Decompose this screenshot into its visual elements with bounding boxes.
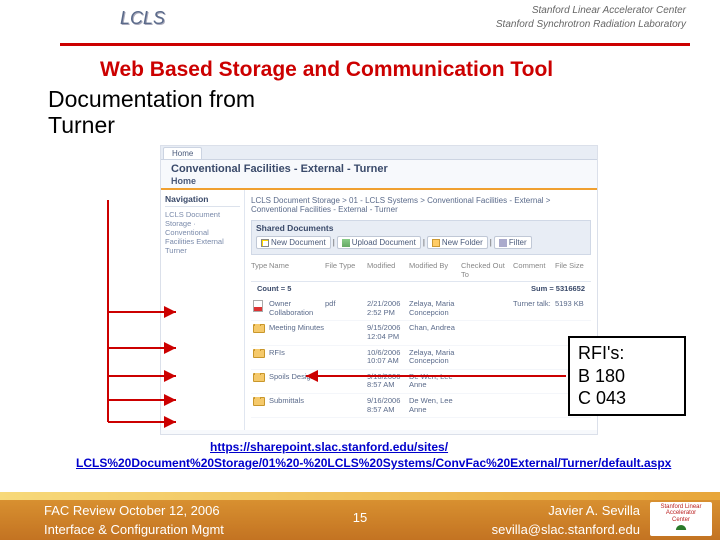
filter-label: Filter	[509, 238, 527, 247]
rfi-line2: B 180	[578, 365, 676, 388]
folder-icon	[253, 349, 265, 358]
cell-by: De Wen, Lee Anne	[409, 373, 461, 390]
folder-label: New Folder	[442, 238, 483, 247]
cell-by: Chan, Andrea	[409, 324, 461, 333]
footer-author: Javier A. Sevilla	[548, 503, 640, 518]
footer-email: sevilla@slac.stanford.edu	[492, 522, 640, 537]
col-filesize[interactable]: File Size	[555, 261, 591, 279]
table-meta: Count = 5 Sum = 5316652	[251, 282, 591, 297]
cell-name: Spoils Design	[269, 373, 325, 382]
cell-by: De Wen, Lee Anne	[409, 397, 461, 414]
tree-icon: ⯊	[650, 523, 712, 538]
url-line1[interactable]: https://sharepoint.slac.stanford.edu/sit…	[210, 440, 448, 454]
col-filetype[interactable]: File Type	[325, 261, 367, 279]
table-row[interactable]: Submittals 9/16/2006 8:57 AMDe Wen, Lee A…	[251, 394, 591, 418]
folder-icon	[253, 397, 265, 406]
sp-nav: Navigation LCLS Document Storage · Conve…	[161, 190, 245, 430]
folder-icon	[432, 239, 440, 247]
col-modifiedby[interactable]: Modified By	[409, 261, 461, 279]
sp-site-title: Conventional Facilities - External - Tur…	[161, 160, 597, 176]
col-name[interactable]: Name	[269, 261, 325, 279]
nav-heading: Navigation	[165, 194, 240, 207]
cell-by: Zelaya, Maria Concepcion	[409, 349, 461, 366]
filter-icon	[499, 239, 507, 247]
col-type[interactable]: Type	[251, 261, 269, 279]
rfi-line3: C 043	[578, 387, 676, 410]
library-bar: Shared Documents New Document | Upload D…	[251, 220, 591, 255]
title-red: Storage and Communication Tool	[219, 58, 553, 81]
cell-name: RFIs	[269, 349, 325, 358]
cell-ftype: pdf	[325, 300, 367, 309]
count-label: Count = 5	[257, 284, 291, 293]
folder-icon	[253, 373, 265, 382]
cell-mod: 9/15/2006 12:04 PM	[367, 324, 409, 341]
table-row[interactable]: Owner Collaborationpdf2/21/2006 2:52 PMZ…	[251, 297, 591, 321]
slide-subtitle: Documentation from Turner	[48, 86, 720, 139]
col-modified[interactable]: Modified	[367, 261, 409, 279]
new-document-button[interactable]: New Document	[256, 236, 331, 249]
rfi-callout: RFI's: B 180 C 043	[568, 336, 686, 416]
table-rows: Owner Collaborationpdf2/21/2006 2:52 PMZ…	[251, 297, 591, 418]
library-toolbar: New Document | Upload Document | New Fol…	[256, 236, 586, 249]
col-checkedout[interactable]: Checked Out To	[461, 261, 513, 279]
new-folder-button[interactable]: New Folder	[427, 236, 488, 249]
cell-name: Submittals	[269, 397, 325, 406]
sp-body: Navigation LCLS Document Storage · Conve…	[161, 190, 597, 430]
nav-text: LCLS Document Storage · Conventional Fac…	[165, 210, 240, 255]
upload-document-button[interactable]: Upload Document	[337, 236, 421, 249]
slide-title: Web Based Storage and Communication Tool	[100, 58, 720, 82]
folder-icon	[253, 324, 265, 333]
cell-mod: 2/21/2006 2:52 PM	[367, 300, 409, 317]
org-line-2: Stanford Synchrotron Radiation Laborator…	[496, 18, 686, 32]
table-header: Type Name File Type Modified Modified By…	[251, 259, 591, 282]
tab-home[interactable]: Home	[163, 147, 202, 159]
separator: |	[333, 238, 335, 247]
sp-tabbar: Home	[161, 146, 597, 160]
footer-event: FAC Review October 12, 2006	[44, 503, 220, 518]
separator: |	[490, 238, 492, 247]
url-line2[interactable]: LCLS%20Document%20Storage/01%20-%20LCLS%…	[76, 456, 671, 470]
cell-mod: 9/16/2006 8:57 AM	[367, 373, 409, 390]
slide-header: LCLS Stanford Linear Accelerator Center …	[60, 0, 690, 46]
sp-main: LCLS Document Storage > 01 - LCLS System…	[245, 190, 597, 430]
table-row[interactable]: Spoils Design 9/16/2006 8:57 AMDe Wen, Le…	[251, 370, 591, 394]
header-right: Stanford Linear Accelerator Center Stanf…	[496, 4, 686, 32]
sharepoint-screenshot: Home Conventional Facilities - External …	[160, 145, 598, 435]
cell-by: Zelaya, Maria Concepcion	[409, 300, 461, 317]
cell-name: Meeting Minutes	[269, 324, 325, 333]
footer: FAC Review October 12, 2006 Interface & …	[0, 492, 720, 540]
page-number: 15	[353, 510, 367, 525]
cell-mod: 10/6/2006 10:07 AM	[367, 349, 409, 366]
separator: |	[423, 238, 425, 247]
library-title: Shared Documents	[256, 223, 586, 233]
title-black: Web Based	[100, 58, 213, 81]
sum-label: Sum = 5316652	[531, 284, 585, 293]
cell-cmt: Turner talk:	[513, 300, 555, 309]
upload-label: Upload Document	[352, 238, 416, 247]
org-line-1: Stanford Linear Accelerator Center	[496, 4, 686, 18]
upload-icon	[342, 239, 350, 247]
table-row[interactable]: Meeting Minutes 9/15/2006 12:04 PMChan, A…	[251, 321, 591, 345]
table-row[interactable]: RFIs 10/6/2006 10:07 AMZelaya, Maria Conc…	[251, 346, 591, 370]
col-comment[interactable]: Comment	[513, 261, 555, 279]
cell-name: Owner Collaboration	[269, 300, 325, 317]
lcls-logo: LCLS	[120, 8, 165, 29]
breadcrumb[interactable]: LCLS Document Storage > 01 - LCLS System…	[251, 194, 591, 220]
slac-logo: Stanford Linear Accelerator Center ⯊	[650, 502, 712, 536]
pdf-icon	[253, 300, 263, 312]
rfi-line1: RFI's:	[578, 342, 676, 365]
sp-home-link[interactable]: Home	[161, 176, 597, 190]
cell-mod: 9/16/2006 8:57 AM	[367, 397, 409, 414]
new-doc-icon	[261, 239, 269, 247]
filter-button[interactable]: Filter	[494, 236, 532, 249]
cell-size: 5193 KB	[555, 300, 591, 309]
footer-dept: Interface & Configuration Mgmt	[44, 522, 224, 537]
new-doc-label: New Document	[271, 238, 326, 247]
